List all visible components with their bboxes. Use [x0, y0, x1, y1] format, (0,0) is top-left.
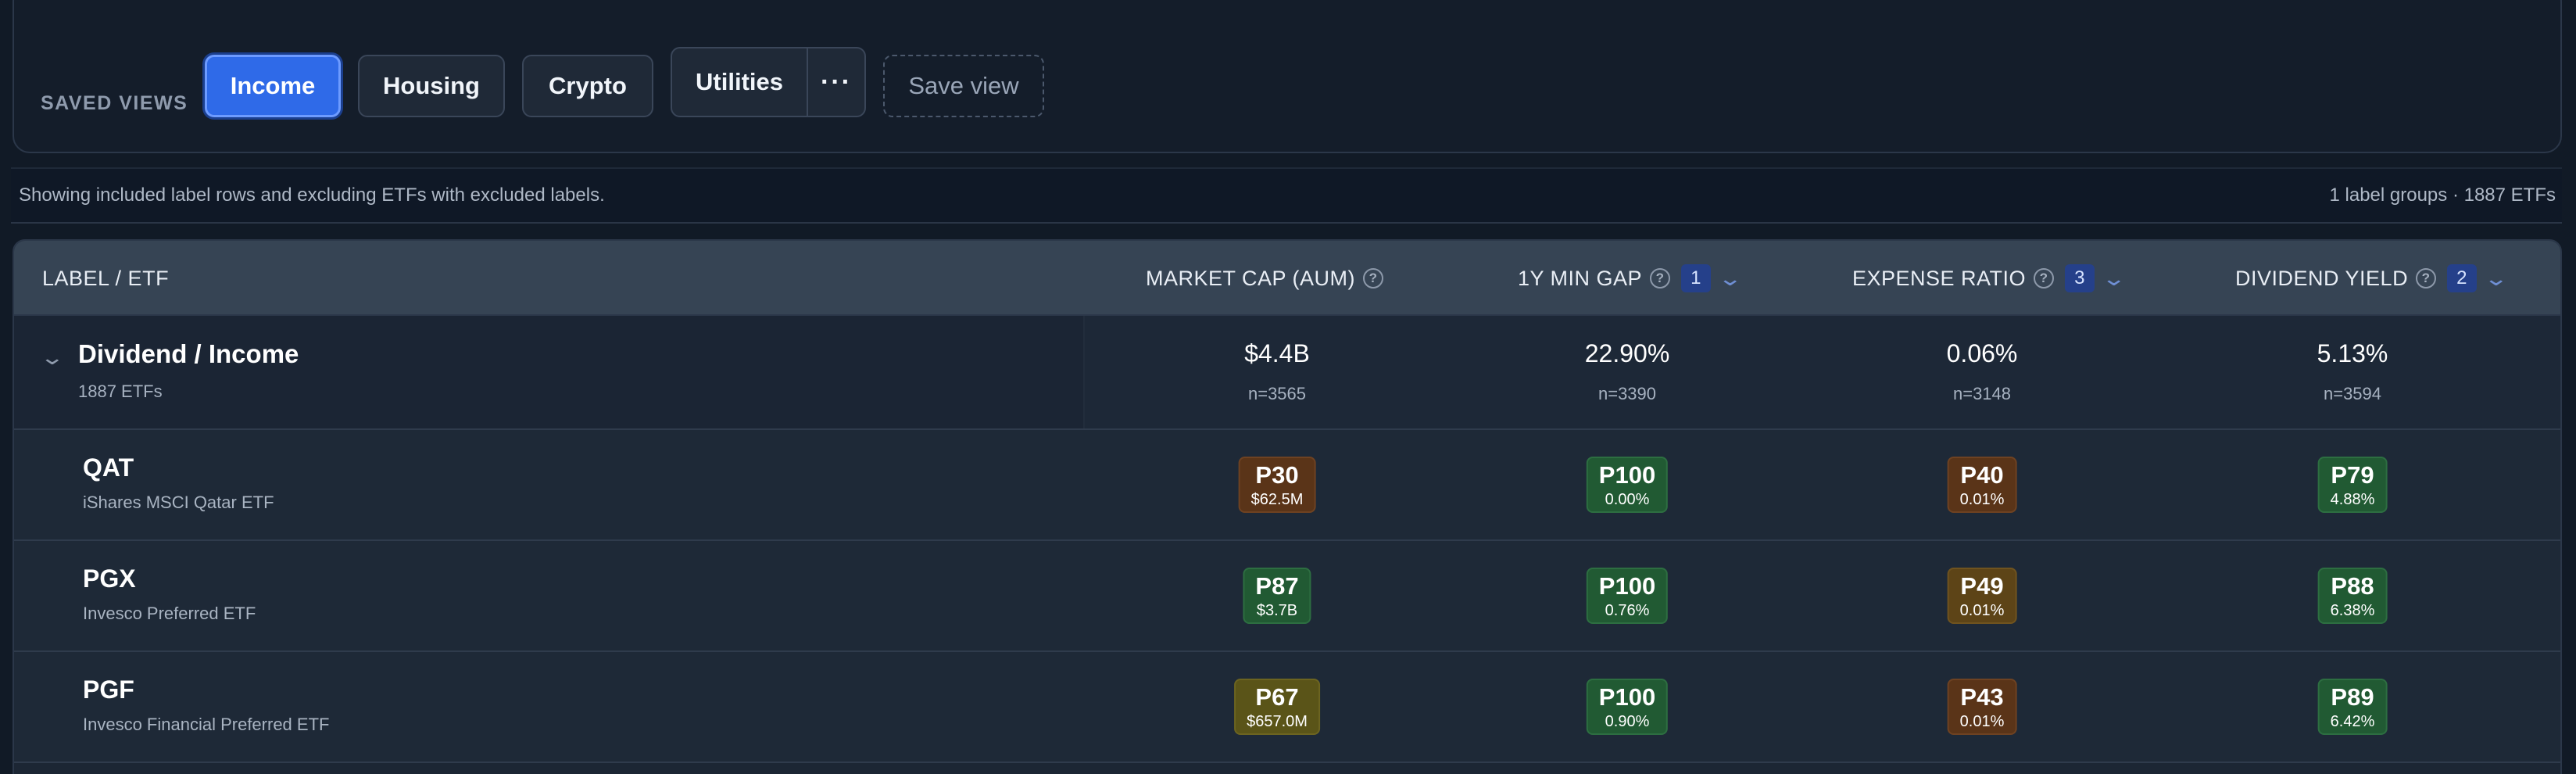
group-count: 1887 ETFs	[78, 382, 163, 401]
more-options-button[interactable]: ···	[807, 47, 866, 117]
percentile-pill-market-cap: P87 $3.7B	[1243, 568, 1311, 624]
chevron-down-icon[interactable]: ⌄	[40, 346, 66, 370]
col-header-expense-ratio[interactable]: EXPENSE RATIO ? 3 ⌄	[1852, 241, 2127, 316]
percentile-pill-min-gap: P100 0.00%	[1586, 457, 1669, 513]
percentile-pill-expense-ratio: P49 0.01%	[1947, 568, 2017, 624]
chevron-down-icon[interactable]: ⌄	[2101, 267, 2127, 291]
chevron-down-icon[interactable]: ⌄	[2483, 267, 2509, 291]
percentile-pill-market-cap: P30 $62.5M	[1238, 457, 1316, 513]
percentile-pill-expense-ratio: P43 0.01%	[1947, 679, 2017, 735]
help-icon[interactable]: ?	[1363, 268, 1384, 288]
summary-count: 1 label groups · 1887 ETFs	[2329, 185, 2556, 206]
group-title: Dividend / Income	[78, 339, 299, 368]
info-bar: Showing included label rows and excludin…	[11, 167, 2562, 224]
col-header-min-gap[interactable]: 1Y MIN GAP ? 1 ⌄	[1518, 241, 1743, 316]
etf-name: Invesco Financial Preferred ETF	[83, 715, 330, 734]
filter-description: Showing included label rows and excludin…	[19, 185, 605, 206]
group-row[interactable]: ⌄ Dividend / Income 1887 ETFs $4.4B n=35…	[14, 316, 2560, 430]
group-label-cell	[14, 316, 1085, 428]
help-icon[interactable]: ?	[2034, 268, 2055, 288]
table-row[interactable]: PGX Invesco Preferred ETF P87 $3.7B P100 0…	[14, 541, 2560, 652]
percentile-pill-expense-ratio: P40 0.01%	[1947, 457, 2017, 513]
chevron-down-icon[interactable]: ⌄	[1717, 267, 1743, 291]
saved-views-label: SAVED VIEWS	[41, 92, 188, 114]
view-chip-income[interactable]: Income	[205, 55, 341, 117]
etf-ticker: PGX	[83, 564, 136, 593]
etf-ticker: PGF	[83, 675, 134, 704]
percentile-pill-min-gap: P100 0.90%	[1586, 679, 1669, 735]
etf-table: LABEL / ETF MARKET CAP (AUM) ? 1Y MIN GA…	[13, 239, 2562, 774]
sort-priority-badge: 3	[2065, 264, 2095, 292]
etf-name: iShares MSCI Qatar ETF	[83, 493, 274, 512]
view-chip-crypto[interactable]: Crypto	[522, 55, 653, 117]
percentile-pill-market-cap: P67 $657.0M	[1234, 679, 1320, 735]
etf-ticker: QAT	[83, 453, 134, 482]
sort-priority-badge: 1	[1681, 264, 1712, 292]
view-chip-housing[interactable]: Housing	[358, 55, 505, 117]
sort-priority-badge: 2	[2447, 264, 2478, 292]
help-icon[interactable]: ?	[2416, 268, 2437, 288]
save-view-button[interactable]: Save view	[883, 55, 1044, 117]
col-header-market-cap[interactable]: MARKET CAP (AUM) ?	[1146, 241, 1384, 316]
group-stat-market-cap: $4.4B n=3565	[1244, 339, 1310, 403]
group-stat-min-gap: 22.90% n=3390	[1584, 339, 1670, 403]
group-stat-dividend-yield: 5.13% n=3594	[2317, 339, 2388, 403]
group-stat-expense-ratio: 0.06% n=3148	[1946, 339, 2018, 403]
view-chip-utilities[interactable]: Utilities	[671, 47, 808, 117]
table-row[interactable]: QAT iShares MSCI Qatar ETF P30 $62.5M P10…	[14, 430, 2560, 541]
table-header: LABEL / ETF MARKET CAP (AUM) ? 1Y MIN GA…	[14, 241, 2560, 316]
col-header-dividend-yield[interactable]: DIVIDEND YIELD ? 2 ⌄	[2235, 241, 2509, 316]
percentile-pill-dividend-yield: P89 6.42%	[2317, 679, 2388, 735]
help-icon[interactable]: ?	[1650, 268, 1671, 288]
percentile-pill-min-gap: P100 0.76%	[1586, 568, 1669, 624]
percentile-pill-dividend-yield: P79 4.88%	[2317, 457, 2388, 513]
table-row[interactable]: PGF Invesco Financial Preferred ETF P67 $…	[14, 652, 2560, 763]
col-header-label: LABEL / ETF	[42, 266, 170, 290]
percentile-pill-dividend-yield: P88 6.38%	[2317, 568, 2388, 624]
etf-name: Invesco Preferred ETF	[83, 604, 256, 623]
